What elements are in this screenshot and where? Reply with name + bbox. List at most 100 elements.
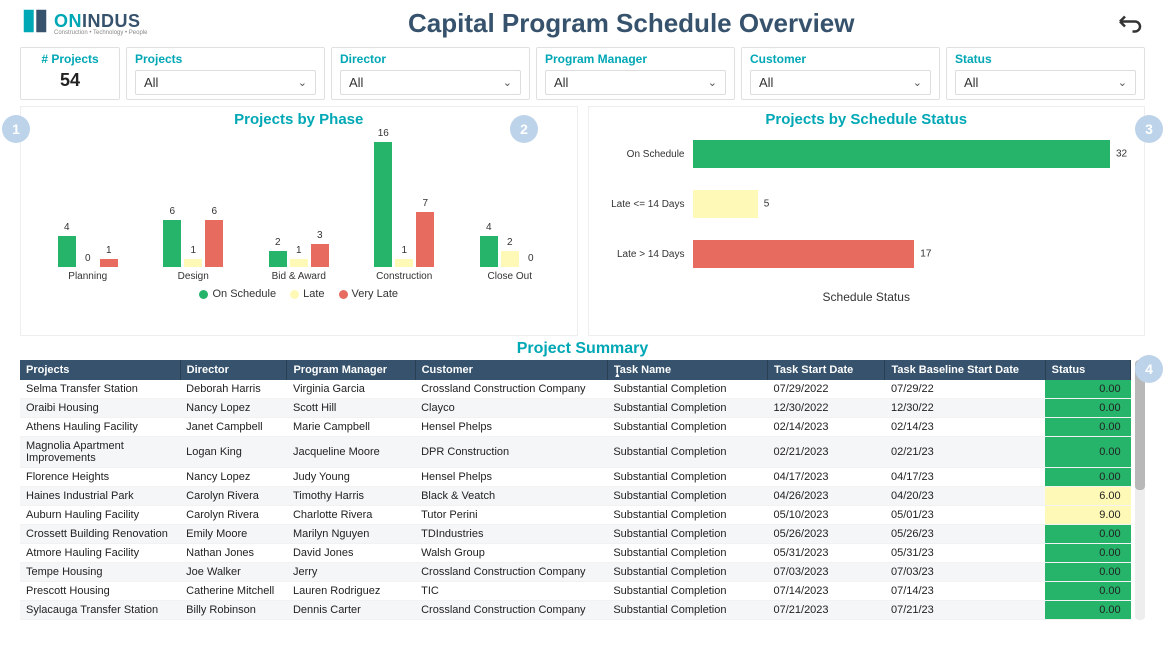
hbar-row[interactable]: Late > 14 Days17 <box>603 240 1111 268</box>
table-row[interactable]: Oraibi HousingNancy LopezScott HillClayc… <box>20 399 1131 418</box>
bar[interactable]: 2 <box>501 251 519 267</box>
bar[interactable]: 1 <box>100 259 118 267</box>
chart-title: Projects by Phase <box>25 111 573 128</box>
column-header[interactable]: Task Name▲ <box>607 360 767 380</box>
hbar[interactable]: 32 <box>693 140 1111 168</box>
filter-projects-select[interactable]: All ⌄ <box>135 70 316 95</box>
cell: Tutor Perini <box>415 506 607 525</box>
hbar[interactable]: 5 <box>693 190 758 218</box>
bar-value-label: 6 <box>169 206 175 217</box>
cell: Billy Robinson <box>180 601 287 620</box>
filter-label: Status <box>955 52 1136 66</box>
bar[interactable]: 6 <box>205 220 223 267</box>
cell: 05/26/23 <box>885 525 1045 544</box>
bar-group[interactable]: 401Planning <box>48 137 128 282</box>
table-row[interactable]: Selma Transfer StationDeborah HarrisVirg… <box>20 380 1131 399</box>
column-header[interactable]: Status <box>1045 360 1131 380</box>
bar-value-label: 7 <box>422 198 428 209</box>
table-row[interactable]: Auburn Hauling FacilityCarolyn RiveraCha… <box>20 506 1131 525</box>
table-title: Project Summary <box>20 340 1145 358</box>
page-title: Capital Program Schedule Overview <box>147 8 1115 39</box>
bar[interactable]: 7 <box>416 212 434 267</box>
chevron-down-icon: ⌄ <box>298 76 307 89</box>
cell: Clayco <box>415 399 607 418</box>
table-scrollbar[interactable] <box>1135 360 1145 620</box>
cell: Joe Walker <box>180 563 287 582</box>
bar[interactable]: 1 <box>184 259 202 267</box>
table-row[interactable]: Athens Hauling FacilityJanet CampbellMar… <box>20 418 1131 437</box>
bar-group[interactable]: 420Close Out <box>470 137 550 282</box>
hbar-value-label: 17 <box>914 249 931 260</box>
status-cell: 0.00 <box>1045 399 1131 418</box>
column-header[interactable]: Task Baseline Start Date <box>885 360 1045 380</box>
cell: Crossland Construction Company <box>415 601 607 620</box>
cell: Substantial Completion <box>607 563 767 582</box>
bar-value-label: 1 <box>190 245 196 256</box>
bar[interactable]: 1 <box>290 259 308 267</box>
cell: Walsh Group <box>415 544 607 563</box>
table-row[interactable]: Haines Industrial ParkCarolyn RiveraTimo… <box>20 487 1131 506</box>
bar[interactable]: 2 <box>269 251 287 267</box>
table-row[interactable]: Tempe HousingJoe WalkerJerryCrossland Co… <box>20 563 1131 582</box>
column-header[interactable]: Projects <box>20 360 180 380</box>
filter-project-count: # Projects 54 <box>20 47 120 100</box>
cell: Catherine Mitchell <box>180 582 287 601</box>
hbar-chart-area[interactable]: On Schedule32 Late <= 14 Days5 Late > 14 D… <box>593 132 1141 268</box>
table-row[interactable]: Florence HeightsNancy LopezJudy YoungHen… <box>20 468 1131 487</box>
table-row[interactable]: Sylacauga Transfer StationBilly Robinson… <box>20 601 1131 620</box>
column-header[interactable]: Program Manager <box>287 360 415 380</box>
hbar-row[interactable]: On Schedule32 <box>603 140 1111 168</box>
cell: TDIndustries <box>415 525 607 544</box>
cell: 02/21/23 <box>885 437 1045 468</box>
cell: 07/29/2022 <box>767 380 884 399</box>
cell: Marilyn Nguyen <box>287 525 415 544</box>
filter-value: All <box>964 75 978 90</box>
bar[interactable]: 16 <box>374 142 392 267</box>
column-header[interactable]: Director <box>180 360 287 380</box>
cell: Substantial Completion <box>607 582 767 601</box>
cell: Substantial Completion <box>607 399 767 418</box>
bar-group[interactable]: 213Bid & Award <box>259 137 339 282</box>
bar[interactable]: 3 <box>311 244 329 267</box>
cell: Crossett Building Renovation <box>20 525 180 544</box>
bar[interactable]: 6 <box>163 220 181 267</box>
bar[interactable]: 4 <box>480 236 498 267</box>
table-row[interactable]: Atmore Hauling FacilityNathan JonesDavid… <box>20 544 1131 563</box>
cell: Dennis Carter <box>287 601 415 620</box>
table-row[interactable]: Prescott HousingCatherine MitchellLauren… <box>20 582 1131 601</box>
column-header[interactable]: Task Start Date <box>767 360 884 380</box>
status-cell: 0.00 <box>1045 544 1131 563</box>
bar-group[interactable]: 1617Construction <box>364 137 444 282</box>
filter-value: All <box>554 75 568 90</box>
cell: 05/10/2023 <box>767 506 884 525</box>
filter-program-manager-select[interactable]: All ⌄ <box>545 70 726 95</box>
column-header[interactable]: Customer <box>415 360 607 380</box>
hbar-row[interactable]: Late <= 14 Days5 <box>603 190 1111 218</box>
bar-chart-area[interactable]: 401Planning 616Design 213Bid & Award 1617Co… <box>25 132 573 282</box>
filter-bar: # Projects 54 Projects All ⌄ Director Al… <box>0 43 1165 106</box>
filter-customer-select[interactable]: All ⌄ <box>750 70 931 95</box>
bar-value-label: 2 <box>275 237 281 248</box>
table-row[interactable]: Magnolia Apartment ImprovementsLogan Kin… <box>20 437 1131 468</box>
chart-projects-by-phase: Projects by Phase 401Planning616Design21… <box>20 106 578 336</box>
bar[interactable]: 1 <box>395 259 413 267</box>
bar[interactable]: 4 <box>58 236 76 267</box>
back-button[interactable] <box>1115 9 1145 39</box>
cell: 04/26/2023 <box>767 487 884 506</box>
table-row[interactable]: Crossett Building RenovationEmily MooreM… <box>20 525 1131 544</box>
cell: 04/17/23 <box>885 468 1045 487</box>
cell: 12/30/2022 <box>767 399 884 418</box>
filter-director-select[interactable]: All ⌄ <box>340 70 521 95</box>
cell: Marie Campbell <box>287 418 415 437</box>
cell: Substantial Completion <box>607 601 767 620</box>
cell: 07/03/2023 <box>767 563 884 582</box>
hbar-category-label: On Schedule <box>603 149 693 160</box>
bar-group[interactable]: 616Design <box>153 137 233 282</box>
logo-on: ON <box>54 11 82 31</box>
hbar[interactable]: 17 <box>693 240 915 268</box>
cell: TIC <box>415 582 607 601</box>
bar-value-label: 1 <box>401 245 407 256</box>
filter-status-select[interactable]: All ⌄ <box>955 70 1136 95</box>
cell: Timothy Harris <box>287 487 415 506</box>
cell: 05/31/23 <box>885 544 1045 563</box>
